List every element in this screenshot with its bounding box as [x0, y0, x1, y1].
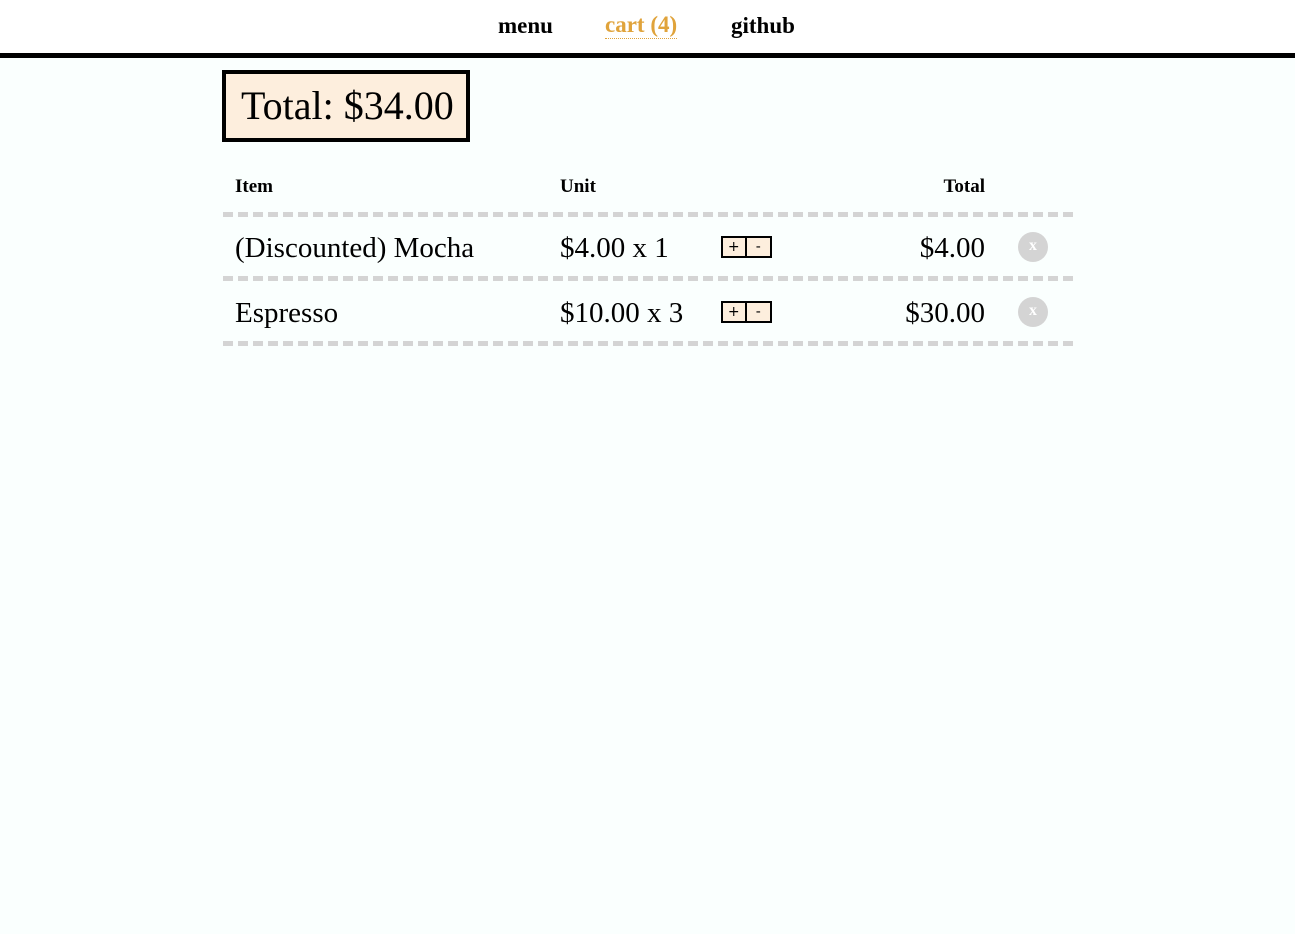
item-name: (Discounted) Mocha [235, 232, 475, 264]
header-item: Item [235, 176, 273, 197]
item-total: $30.00 [905, 297, 985, 329]
item-unit-price: $4.00 x 1 [560, 232, 669, 264]
increment-button[interactable]: + [723, 238, 747, 256]
header-total: Total [943, 176, 985, 197]
item-unit-price: $10.00 x 3 [560, 297, 684, 329]
item-name: Espresso [235, 297, 339, 329]
nav-cart-link[interactable]: cart (4) [605, 12, 678, 39]
header-unit: Unit [560, 176, 596, 197]
decrement-button[interactable]: - [747, 303, 771, 321]
quantity-stepper: + - [721, 236, 772, 258]
increment-button[interactable]: + [723, 303, 747, 321]
nav-github-link[interactable]: github [731, 12, 795, 40]
table-row: Espresso $10.00 x 3 + - $30.00 x [0, 281, 1295, 341]
nav-menu-link[interactable]: menu [498, 12, 553, 40]
quantity-stepper: + - [721, 301, 772, 323]
remove-item-button[interactable]: x [1018, 297, 1048, 327]
remove-item-button[interactable]: x [1018, 232, 1048, 262]
row-divider [223, 341, 1073, 346]
cart-total-box: Total: $34.00 [222, 70, 470, 142]
cart-total-text: Total: $34.00 [241, 83, 454, 128]
item-total: $4.00 [919, 232, 985, 264]
table-row: (Discounted) Mocha $4.00 x 1 + - $4.00 x [0, 216, 1295, 276]
top-nav: menu cart (4) github [0, 0, 1295, 58]
decrement-button[interactable]: - [747, 238, 771, 256]
